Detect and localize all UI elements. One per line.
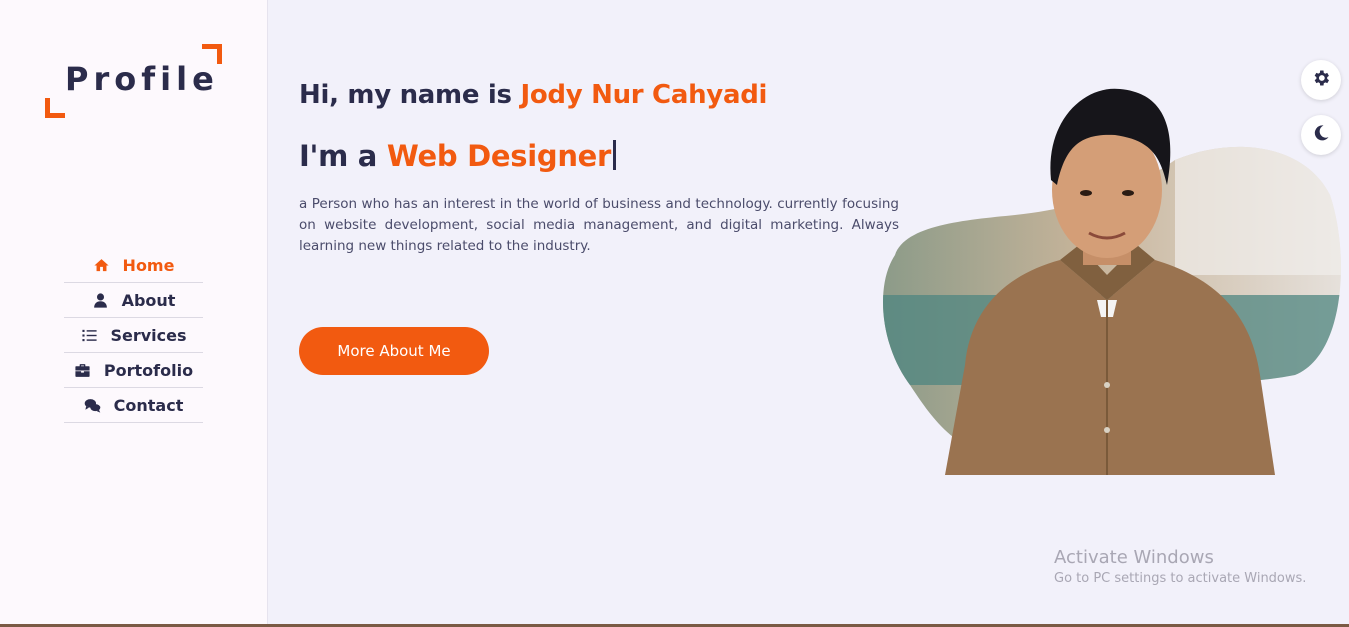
nav-label-services: Services bbox=[110, 325, 187, 345]
watermark-subtitle: Go to PC settings to activate Windows. bbox=[1054, 571, 1307, 586]
user-icon bbox=[92, 291, 110, 309]
hero-description: a Person who has an interest in the worl… bbox=[299, 196, 899, 254]
nav-label-about: About bbox=[121, 290, 176, 310]
greeting-heading: Hi, my name is Jody Nur Cahyadi bbox=[299, 80, 767, 110]
role-text: Web Designer bbox=[386, 139, 612, 173]
logo-corner-bottom-left bbox=[45, 98, 65, 118]
settings-button[interactable] bbox=[1301, 60, 1341, 100]
profile-photo bbox=[875, 85, 1345, 475]
nav-label-contact: Contact bbox=[113, 395, 184, 415]
chat-icon bbox=[84, 396, 102, 414]
role-prefix: I'm a bbox=[299, 139, 387, 173]
list-icon bbox=[80, 326, 98, 344]
nav-item-services[interactable]: Services bbox=[64, 318, 203, 353]
greeting-prefix: Hi, my name is bbox=[299, 80, 521, 110]
briefcase-icon bbox=[74, 361, 92, 379]
theme-toggle-button[interactable] bbox=[1301, 115, 1341, 155]
moon-icon bbox=[1311, 123, 1331, 147]
nav-label-portofolio: Portofolio bbox=[103, 360, 194, 380]
watermark-title: Activate Windows bbox=[1054, 547, 1214, 568]
activate-windows-watermark: Activate Windows Go to PC settings to ac… bbox=[1054, 547, 1306, 586]
more-about-me-button[interactable]: More About Me bbox=[299, 327, 489, 375]
typing-caret bbox=[613, 140, 617, 170]
nav-item-contact[interactable]: Contact bbox=[64, 388, 203, 423]
nav-item-portofolio[interactable]: Portofolio bbox=[64, 353, 203, 388]
gear-icon bbox=[1311, 68, 1331, 92]
nav-item-about[interactable]: About bbox=[64, 283, 203, 318]
sidebar-nav: Home About Services Portofolio Contact bbox=[64, 248, 203, 423]
person-name: Jody Nur Cahyadi bbox=[520, 80, 768, 110]
nav-label-home: Home bbox=[122, 255, 175, 275]
home-icon bbox=[93, 256, 111, 274]
logo-text: Profile bbox=[65, 60, 219, 98]
role-heading: I'm a Web Designer bbox=[299, 139, 617, 173]
logo[interactable]: Profile bbox=[44, 44, 224, 120]
nav-item-home[interactable]: Home bbox=[64, 248, 203, 283]
sidebar: Profile Home About Services Portofolio C… bbox=[0, 0, 268, 627]
